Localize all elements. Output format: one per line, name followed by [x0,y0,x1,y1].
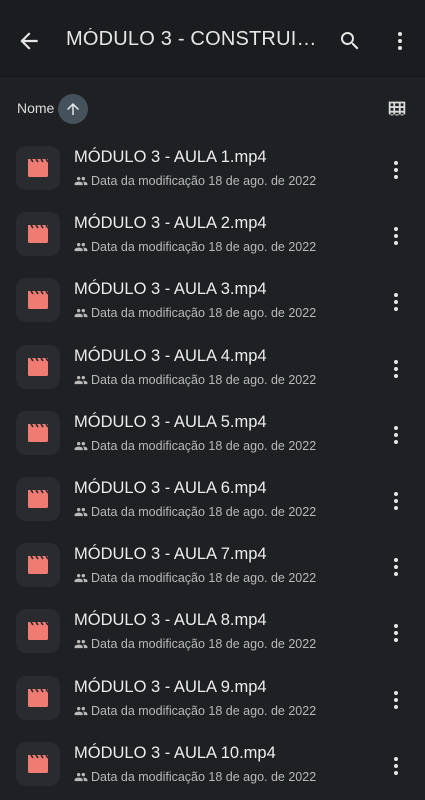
file-modified-date: Data da modificação 18 de ago. de 2022 [91,174,317,188]
video-file-icon [16,410,60,455]
file-name: MÓDULO 3 - AULA 1.mp4 [74,148,267,166]
file-list: MÓDULO 3 - AULA 1.mp4 Data da modificaçã… [0,136,425,798]
more-vert-icon[interactable] [384,621,408,645]
more-vert-icon[interactable] [384,158,408,182]
file-row[interactable]: MÓDULO 3 - AULA 2.mp4 Data da modificaçã… [0,202,425,268]
file-name: MÓDULO 3 - AULA 10.mp4 [74,743,276,762]
shared-people-icon [74,375,88,384]
file-row[interactable]: MÓDULO 3 - AULA 1.mp4 Data da modificaçã… [0,136,425,202]
file-meta: Data da modificação 18 de ago. de 2022 [74,439,316,453]
shared-people-icon [74,507,88,517]
file-name: MÓDULO 3 - AULA 8.mp4 [74,611,267,630]
file-row[interactable]: MÓDULO 3 - AULA 6.mp4 Data da modificaçã… [0,467,425,533]
video-file-icon [16,476,60,521]
more-vert-icon[interactable] [384,555,408,579]
file-meta: Data da modificação 18 de ago. de 2022 [74,240,316,254]
file-modified-date: Data da modificação 18 de ago. de 2022 [91,769,317,784]
file-meta: Data da modificação 18 de ago. de 2022 [74,571,316,585]
file-meta: Data da modificação 18 de ago. de 2022 [74,704,316,718]
shared-people-icon [74,772,88,781]
more-vert-icon[interactable] [388,29,412,53]
file-modified-date: Data da modificação 18 de ago. de 2022 [91,438,317,453]
shared-people-icon [74,574,88,583]
more-vert-icon[interactable] [384,357,408,381]
file-name: MÓDULO 3 - AULA 7.mp4 [74,545,267,564]
more-vert-icon[interactable] [384,489,408,513]
more-vert-icon[interactable] [384,688,408,712]
file-modified-date: Data da modificação 18 de ago. de 2022 [91,306,317,321]
file-name: MÓDULO 3 - AULA 3.mp4 [74,280,267,299]
more-vert-icon[interactable] [384,754,408,778]
file-meta: Data da modificação 18 de ago. de 2022 [74,306,316,320]
shared-people-icon [74,640,88,649]
more-vert-icon[interactable] [384,224,408,248]
video-file-icon [16,344,60,389]
file-meta: Data da modificação 18 de ago. de 2022 [74,373,316,387]
file-name: MÓDULO 3 - AULA 4.mp4 [74,346,267,365]
app-bar: MÓDULO 3 - CONSTRUINDO [0,0,425,77]
shared-people-icon [74,243,88,252]
file-row[interactable]: MÓDULO 3 - AULA 4.mp4 Data da modificaçã… [0,335,425,401]
sort-label[interactable]: Nome [17,100,54,116]
file-name: MÓDULO 3 - AULA 6.mp4 [74,478,267,497]
file-modified-date: Data da modificação 18 de ago. de 2022 [91,240,317,255]
file-meta: Data da modificação 18 de ago. de 2022 [74,505,316,519]
file-modified-date: Data da modificação 18 de ago. de 2022 [91,372,317,387]
file-row[interactable]: MÓDULO 3 - AULA 7.mp4 Data da modificaçã… [0,533,425,599]
file-modified-date: Data da modificação 18 de ago. de 2022 [91,703,317,718]
video-file-icon [16,146,60,190]
file-row[interactable]: MÓDULO 3 - AULA 8.mp4 Data da modificaçã… [0,599,425,665]
file-meta: Data da modificação 18 de ago. de 2022 [74,174,316,188]
arrow-up-icon [67,103,79,115]
file-name: MÓDULO 3 - AULA 5.mp4 [74,412,267,431]
file-row[interactable]: MÓDULO 3 - AULA 9.mp4 Data da modificaçã… [0,666,425,732]
shared-people-icon [74,176,88,186]
folder-title: MÓDULO 3 - CONSTRUINDO [66,28,318,50]
video-file-icon [16,741,60,786]
more-vert-icon[interactable] [384,423,408,447]
file-meta: Data da modificação 18 de ago. de 2022 [74,770,316,784]
shared-people-icon [74,441,88,450]
file-row[interactable]: MÓDULO 3 - AULA 3.mp4 Data da modificaçã… [0,268,425,334]
file-name: MÓDULO 3 - AULA 2.mp4 [74,214,267,233]
arrow-back-icon[interactable] [16,28,42,54]
video-file-icon [16,278,60,323]
video-file-icon [16,609,60,654]
file-modified-date: Data da modificação 18 de ago. de 2022 [91,637,317,652]
sort-direction-button[interactable] [58,94,88,124]
file-modified-date: Data da modificação 18 de ago. de 2022 [91,571,317,586]
file-row[interactable]: MÓDULO 3 - AULA 5.mp4 Data da modificaçã… [0,401,425,467]
file-row[interactable]: MÓDULO 3 - AULA 10.mp4 Data da modificaç… [0,732,425,798]
file-modified-date: Data da modificação 18 de ago. de 2022 [91,504,317,519]
grid-view-icon[interactable] [386,97,408,119]
shared-people-icon [74,309,88,318]
more-vert-icon[interactable] [384,290,408,314]
video-file-icon [16,675,60,720]
file-meta: Data da modificação 18 de ago. de 2022 [74,637,316,651]
video-file-icon [16,543,60,588]
video-file-icon [16,212,60,257]
shared-people-icon [74,706,88,715]
file-name: MÓDULO 3 - AULA 9.mp4 [74,677,267,696]
search-icon[interactable] [338,29,362,53]
